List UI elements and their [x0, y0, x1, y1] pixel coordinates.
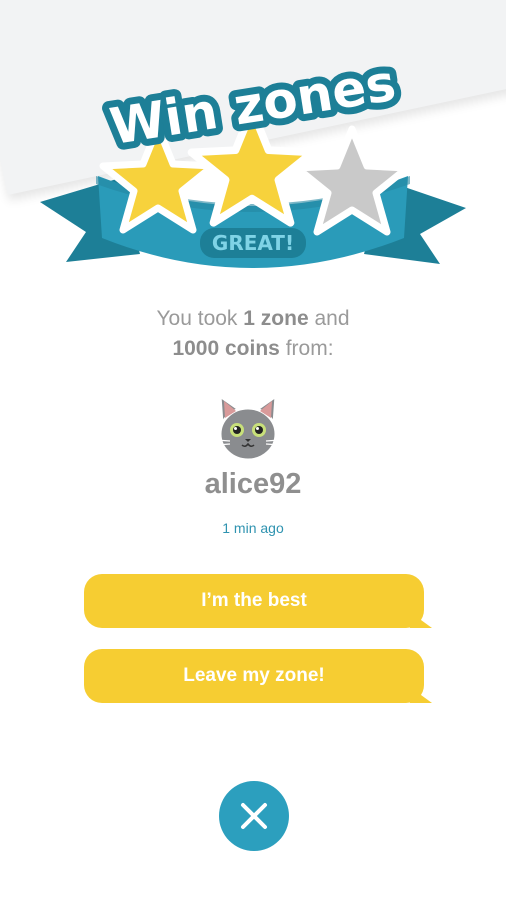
coins-count: 1000 coins [172, 337, 280, 360]
rating-label: GREAT! [212, 231, 294, 255]
result-banner: Win zones GREAT! [40, 47, 466, 268]
close-icon [241, 803, 267, 829]
result-prefix: You took [156, 307, 244, 330]
reply-leave-my-zone-button[interactable]: Leave my zone! [84, 649, 432, 703]
zones-count: 1 zone [243, 307, 309, 330]
reply-im-the-best-button[interactable]: I’m the best [84, 574, 432, 628]
close-button[interactable] [219, 781, 289, 851]
reply-2-label: Leave my zone! [183, 665, 325, 686]
result-middle: and [308, 307, 350, 330]
cat-avatar-icon [215, 394, 281, 462]
result-suffix: from: [279, 337, 334, 360]
opponent-username: alice92 [204, 468, 302, 500]
reply-1-label: I’m the best [201, 590, 307, 611]
time-ago: 1 min ago [222, 520, 284, 536]
result-message: You took 1 zone and 1000 coins from: [0, 304, 506, 364]
